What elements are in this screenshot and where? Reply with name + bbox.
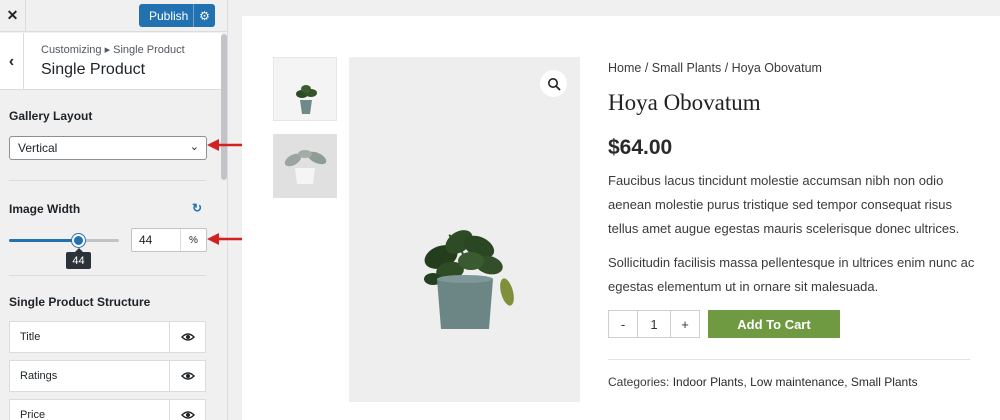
categories-label: Categories: — [608, 375, 670, 389]
panel-title: Single Product — [41, 61, 146, 78]
qty-input[interactable]: 1 — [638, 310, 670, 338]
plant-thumbnail-icon — [296, 85, 317, 114]
product-title: Hoya Obovatum — [608, 90, 761, 115]
product-breadcrumb[interactable]: Home / Small Plants / Hoya Obovatum — [608, 61, 822, 75]
gear-icon[interactable]: ⚙ — [194, 9, 215, 23]
add-to-cart-button[interactable]: Add To Cart — [708, 310, 840, 338]
product-description: Faucibus lacus tincidunt molestie accums… — [608, 173, 960, 236]
structure-item-label: Ratings — [20, 370, 58, 382]
section-divider — [9, 180, 206, 181]
product-categories: Categories: Indoor Plants, Low maintenan… — [608, 375, 918, 389]
plant-thumbnail-icon — [273, 134, 337, 198]
eye-icon[interactable] — [169, 361, 205, 391]
sidebar-scrollbar[interactable] — [221, 34, 227, 180]
gallery-thumbnail[interactable] — [273, 57, 337, 121]
category-separator: , — [743, 375, 747, 389]
close-icon[interactable]: ✕ — [0, 0, 26, 31]
category-link[interactable]: Low maintenance — [750, 375, 844, 389]
product-price: $64.00 — [608, 136, 673, 159]
panel-header: ‹ Customizing ▸ Single Product Single Pr… — [0, 33, 222, 90]
structure-item-title[interactable]: Title — [9, 321, 206, 353]
customizer-sidebar: ✕ Publish ⚙ ‹ Customizing ▸ Single Produ… — [0, 0, 228, 420]
potted-plant-icon — [424, 230, 514, 329]
gallery-layout-value[interactable]: Vertical — [18, 141, 57, 155]
structure-item-ratings[interactable]: Ratings — [9, 360, 206, 392]
product-main-image[interactable] — [349, 57, 580, 402]
unit-selector[interactable]: % — [180, 229, 206, 251]
category-separator: , — [844, 375, 848, 389]
structure-item-label: Title — [20, 331, 41, 343]
quantity-stepper[interactable]: - 1 + — [608, 310, 700, 338]
structure-label: Single Product Structure — [9, 295, 151, 309]
publish-label[interactable]: Publish — [139, 9, 193, 23]
section-divider — [9, 275, 206, 276]
gallery-layout-label: Gallery Layout — [9, 109, 93, 123]
structure-item-label: Price — [20, 409, 46, 420]
eye-icon[interactable] — [169, 400, 205, 420]
qty-plus-button[interactable]: + — [670, 310, 700, 338]
category-link[interactable]: Small Plants — [851, 375, 918, 389]
image-width-input[interactable]: 44 % — [131, 228, 207, 252]
customizer-topbar: ✕ Publish ⚙ — [0, 0, 227, 32]
zoom-icon[interactable] — [540, 70, 567, 97]
gallery-thumbnail[interactable] — [273, 134, 337, 198]
panel-breadcrumb: Customizing ▸ Single Product — [41, 44, 185, 56]
category-link[interactable]: Indoor Plants — [673, 375, 744, 389]
eye-icon[interactable] — [169, 322, 205, 352]
image-width-value[interactable]: 44 — [132, 229, 180, 251]
back-arrow-icon[interactable]: ‹ — [0, 33, 24, 90]
image-width-label: Image Width — [9, 202, 81, 216]
structure-item-price[interactable]: Price — [9, 399, 206, 420]
gallery-layout-select[interactable]: Vertical ⌄ — [9, 136, 207, 160]
image-width-slider[interactable] — [9, 234, 119, 247]
chevron-down-icon[interactable]: ⌄ — [190, 140, 199, 153]
slider-fill — [9, 239, 78, 242]
qty-minus-button[interactable]: - — [608, 310, 638, 338]
slider-value-tooltip: 44 — [66, 248, 91, 269]
slider-handle[interactable] — [72, 234, 85, 247]
reset-icon[interactable]: ↻ — [192, 201, 202, 215]
product-description: Sollicitudin facilisis massa pellentesqu… — [608, 255, 975, 294]
publish-button[interactable]: Publish ⚙ — [139, 4, 215, 27]
product-meta-divider — [608, 359, 970, 360]
